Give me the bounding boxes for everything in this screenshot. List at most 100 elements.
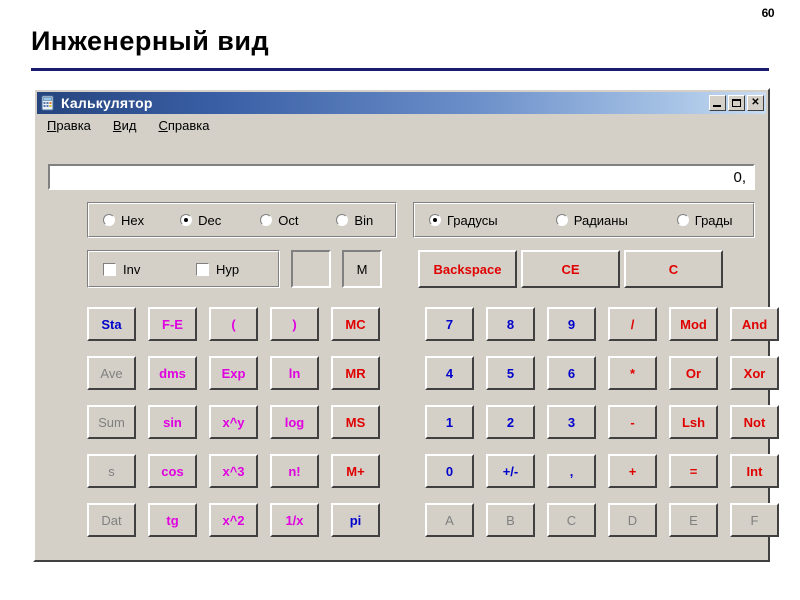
button-label: Ave [100, 365, 123, 381]
key-7[interactable]: 7 [425, 307, 474, 341]
button-label: 3 [567, 414, 576, 430]
button-label: n! [288, 463, 301, 479]
button-label: 8 [506, 316, 515, 332]
button-label: - [630, 414, 635, 430]
angle-option-грады[interactable]: Грады [676, 213, 753, 228]
key-not[interactable]: Not [730, 405, 779, 439]
key-mr[interactable]: MR [331, 356, 380, 390]
key-sin[interactable]: sin [148, 405, 197, 439]
key-m[interactable]: M+ [331, 454, 380, 488]
close-button[interactable]: ✕ [747, 95, 764, 111]
key-[interactable]: +/- [486, 454, 535, 488]
function-modifier-group: Inv Hyp [87, 250, 280, 288]
key-2[interactable]: 2 [486, 405, 535, 439]
menu-label-rest: правка [167, 117, 210, 133]
button-label: , [569, 463, 574, 479]
key-dat: Dat [87, 503, 136, 537]
key-pi[interactable]: pi [331, 503, 380, 537]
radio-icon [676, 214, 689, 226]
button-label: +/- [502, 463, 519, 479]
key-s: s [87, 454, 136, 488]
key-[interactable]: * [608, 356, 657, 390]
key-n[interactable]: n! [270, 454, 319, 488]
key-[interactable]: + [608, 454, 657, 488]
key-or[interactable]: Or [669, 356, 718, 390]
key-[interactable]: ( [209, 307, 258, 341]
key-mod[interactable]: Mod [669, 307, 718, 341]
key-mc[interactable]: MC [331, 307, 380, 341]
button-label: + [628, 463, 637, 479]
button-label: Sta [101, 316, 122, 332]
button-label: B [506, 512, 515, 528]
key-f-e[interactable]: F-E [148, 307, 197, 341]
key-0[interactable]: 0 [425, 454, 474, 488]
menu-mnemonic: В [112, 117, 122, 133]
display-field[interactable]: 0, [48, 164, 755, 190]
button-label: F [750, 512, 759, 528]
mode-checkbox-hyp[interactable]: Hyp [196, 262, 276, 277]
option-label: Радианы [573, 212, 628, 228]
key-1[interactable]: 1 [425, 405, 474, 439]
key-9[interactable]: 9 [547, 307, 596, 341]
button-label: 9 [567, 316, 576, 332]
angle-option-радианы[interactable]: Радианы [555, 212, 677, 228]
menu-item-view[interactable]: Вид [113, 118, 137, 133]
key-xor[interactable]: Xor [730, 356, 779, 390]
button-label: 0 [445, 463, 454, 479]
menu-item-edit[interactable]: Правка [47, 118, 91, 133]
button-label: C [566, 512, 577, 528]
radio-icon [336, 214, 349, 226]
key-x-2[interactable]: x^2 [209, 503, 258, 537]
key-[interactable]: - [608, 405, 657, 439]
key-ln[interactable]: ln [270, 356, 319, 390]
key-exp[interactable]: Exp [209, 356, 258, 390]
key-tg[interactable]: tg [148, 503, 197, 537]
button-label: = [689, 463, 698, 479]
key-b: B [486, 503, 535, 537]
key-[interactable]: = [669, 454, 718, 488]
base-option-dec[interactable]: Dec [180, 213, 260, 228]
key-ms[interactable]: MS [331, 405, 380, 439]
key-dms[interactable]: dms [148, 356, 197, 390]
key-x-3[interactable]: x^3 [209, 454, 258, 488]
key-log[interactable]: log [270, 405, 319, 439]
button-label: dms [159, 365, 186, 381]
button-label: MC [345, 316, 366, 332]
window-titlebar[interactable]: Калькулятор ✕ [37, 92, 766, 114]
key-lsh[interactable]: Lsh [669, 405, 718, 439]
key-1-x[interactable]: 1/x [270, 503, 319, 537]
key-5[interactable]: 5 [486, 356, 535, 390]
key-8[interactable]: 8 [486, 307, 535, 341]
button-label: log [284, 414, 305, 430]
option-label: Hyp [216, 261, 240, 277]
maximize-button[interactable] [728, 95, 745, 111]
base-option-oct[interactable]: Oct [260, 213, 336, 228]
base-option-bin[interactable]: Bin [336, 213, 395, 228]
mode-checkbox-inv[interactable]: Inv [89, 262, 196, 277]
key-and[interactable]: And [730, 307, 779, 341]
key-4[interactable]: 4 [425, 356, 474, 390]
key-f: F [730, 503, 779, 537]
minimize-button[interactable] [709, 95, 726, 111]
button-label: s [108, 463, 115, 479]
key-backspace[interactable]: Backspace [418, 250, 517, 288]
key-[interactable]: ) [270, 307, 319, 341]
key-x-y[interactable]: x^y [209, 405, 258, 439]
key-cos[interactable]: cos [148, 454, 197, 488]
window-title: Калькулятор [61, 95, 153, 111]
angle-option-градусы[interactable]: Градусы [415, 213, 556, 228]
key-ce[interactable]: CE [521, 250, 620, 288]
key-c: C [547, 503, 596, 537]
key-int[interactable]: Int [730, 454, 779, 488]
button-label: Dat [101, 512, 122, 528]
key-sta[interactable]: Sta [87, 307, 136, 341]
menu-item-help[interactable]: Справка [158, 118, 209, 133]
key-c[interactable]: C [624, 250, 723, 288]
base-option-hex[interactable]: Hex [89, 213, 180, 228]
key-[interactable]: , [547, 454, 596, 488]
key-6[interactable]: 6 [547, 356, 596, 390]
key-[interactable]: / [608, 307, 657, 341]
key-3[interactable]: 3 [547, 405, 596, 439]
option-label: Dec [198, 212, 222, 228]
button-label: Sum [98, 414, 125, 430]
